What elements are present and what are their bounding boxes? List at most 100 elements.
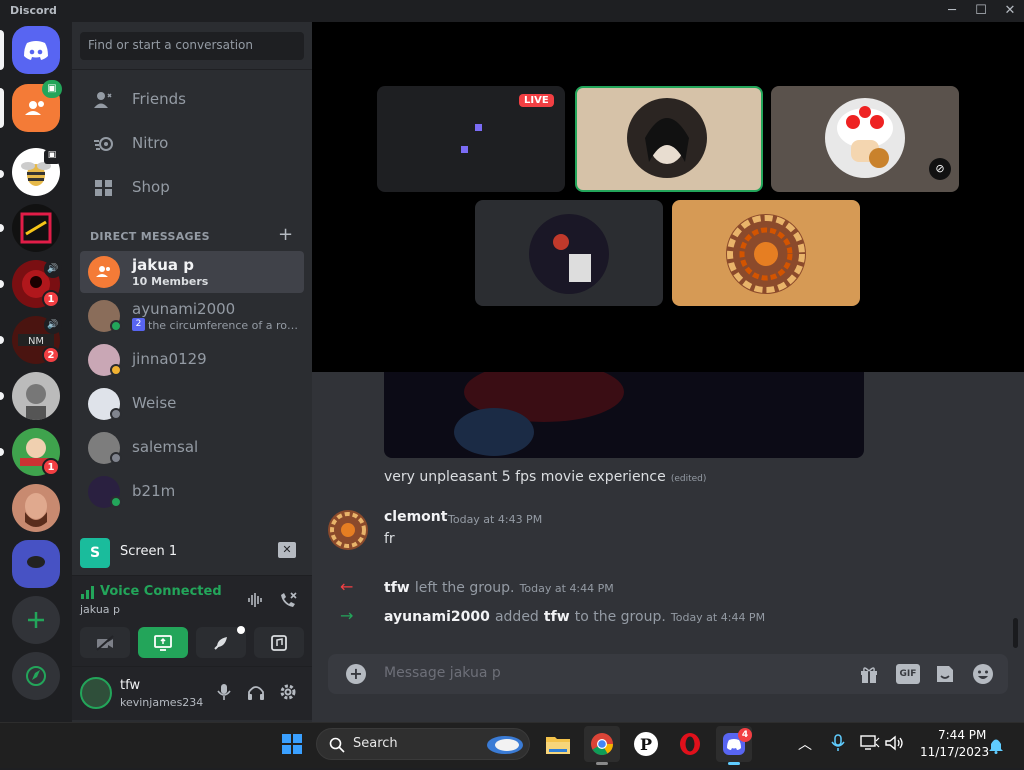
opera-icon[interactable] xyxy=(672,726,708,762)
participant-tile-speaking[interactable] xyxy=(575,86,763,192)
gift-icon[interactable] xyxy=(858,663,880,685)
speaker-icon: 🔊 xyxy=(44,316,62,334)
maximize-icon[interactable]: ☐ xyxy=(967,2,995,20)
title-bar: Discord ─ ☐ ✕ xyxy=(0,0,1024,22)
video-attachment[interactable] xyxy=(384,362,864,458)
search-input[interactable]: Find or start a conversation xyxy=(80,32,304,60)
message-caption-row: very unpleasant 5 fps movie experience (… xyxy=(384,466,706,485)
dm-item-jinna0129[interactable]: jinna0129 xyxy=(80,339,304,381)
pixel-dot xyxy=(461,146,468,153)
user-avatar[interactable] xyxy=(80,677,112,709)
display-icon[interactable] xyxy=(860,735,880,751)
screen-share-button[interactable] xyxy=(138,627,188,658)
server-man[interactable] xyxy=(12,372,60,420)
participant-tile-clemont[interactable] xyxy=(672,200,860,306)
signal-icon xyxy=(80,584,98,599)
author-name[interactable]: clemont xyxy=(384,509,447,525)
server-redsquare[interactable] xyxy=(12,204,60,252)
explore-button[interactable] xyxy=(12,652,60,700)
clock-date[interactable]: 11/17/2023 xyxy=(920,745,989,759)
microphone-tray-icon[interactable] xyxy=(830,734,846,752)
search-icon xyxy=(329,737,345,753)
dm-header: DIRECT MESSAGES xyxy=(90,230,210,243)
live-badge: LIVE xyxy=(519,94,554,107)
stream-tile-live[interactable]: LIVE xyxy=(377,86,565,192)
group-icon xyxy=(96,266,110,277)
minimize-icon[interactable]: ─ xyxy=(938,2,966,20)
home-button[interactable] xyxy=(12,26,60,74)
nitro-icon xyxy=(94,137,113,151)
voice-channel[interactable]: jakua p xyxy=(80,603,120,616)
emoji-icon[interactable] xyxy=(972,663,994,685)
dm-item-b21m[interactable]: b21m xyxy=(80,471,304,513)
camera-button[interactable] xyxy=(80,627,130,658)
online-status-icon xyxy=(110,496,122,508)
dm-item-salemsal[interactable]: salemsal xyxy=(80,427,304,469)
unread-pill xyxy=(0,88,4,128)
sticker-icon[interactable] xyxy=(934,663,956,685)
nav-label: Nitro xyxy=(132,134,169,152)
attach-plus-icon[interactable]: + xyxy=(346,664,366,684)
dm-item-weise[interactable]: Weise xyxy=(80,383,304,425)
server-beard[interactable] xyxy=(12,484,60,532)
taskbar-search[interactable]: Search xyxy=(316,728,530,760)
author-avatar[interactable] xyxy=(328,510,368,550)
message-input[interactable]: Message jakua p xyxy=(384,665,501,681)
message-timestamp: Today at 4:43 PM xyxy=(448,513,543,526)
soundboard-button[interactable] xyxy=(254,627,304,658)
close-icon[interactable]: ✕ xyxy=(996,2,1024,20)
discord-logo-icon xyxy=(24,41,48,60)
chevron-up-icon[interactable]: ︿ xyxy=(798,734,812,754)
stop-stream-icon[interactable]: ✕ xyxy=(278,542,296,558)
mention-badge: 2 xyxy=(42,346,60,364)
notification-bell-icon[interactable] xyxy=(988,736,1004,754)
edited-label: (edited) xyxy=(670,474,707,484)
user-tag: kevinjames234 xyxy=(120,696,204,709)
dm-name: jakua p xyxy=(132,256,194,274)
notification-dot xyxy=(237,626,245,634)
muted-mic-icon: ⊘ xyxy=(929,158,951,180)
create-dm-plus-icon[interactable]: + xyxy=(278,224,293,245)
headphones-icon[interactable] xyxy=(246,682,266,702)
nav-shop[interactable]: Shop xyxy=(80,168,304,208)
dm-name: ayunami2000 xyxy=(132,300,236,318)
add-server-button[interactable] xyxy=(12,596,60,644)
svg-text:P: P xyxy=(640,735,652,754)
p-app-icon[interactable]: P xyxy=(628,726,664,762)
selected-pill xyxy=(0,30,4,70)
microphone-icon[interactable] xyxy=(214,682,234,702)
compass-icon xyxy=(26,666,46,686)
message-text: fr xyxy=(384,531,395,547)
scrollbar-thumb[interactable] xyxy=(1013,618,1018,648)
start-button[interactable] xyxy=(274,726,310,762)
server-avatar-icon xyxy=(26,384,46,420)
voice-status[interactable]: Voice Connected xyxy=(100,584,222,599)
volume-icon[interactable] xyxy=(884,735,904,751)
dm-item-ayunami2000[interactable]: ayunami2000 2 the circumference of a rol… xyxy=(80,295,304,337)
server-blue[interactable] xyxy=(12,540,60,588)
noise-suppression-icon[interactable] xyxy=(246,590,266,610)
dm-name: Weise xyxy=(132,394,177,412)
chrome-icon[interactable] xyxy=(584,726,620,762)
right-arrow-icon: → xyxy=(340,606,354,625)
participant-tile-b21m[interactable] xyxy=(475,200,663,306)
group-avatar xyxy=(88,256,120,288)
screen-share-icon: ▣ xyxy=(42,80,62,98)
message-composer: + Message jakua p GIF xyxy=(328,654,1008,694)
file-explorer-icon[interactable] xyxy=(540,726,576,762)
dm-name: b21m xyxy=(132,482,176,500)
disconnect-icon[interactable] xyxy=(277,589,299,611)
settings-gear-icon[interactable] xyxy=(278,682,298,702)
dm-name: salemsal xyxy=(132,438,199,456)
gif-button[interactable]: GIF xyxy=(896,664,920,684)
nav-nitro[interactable]: Nitro xyxy=(80,124,304,164)
nav-friends[interactable]: Friends xyxy=(80,80,304,120)
dm-subtitle: the circumference of a roll... xyxy=(148,319,298,332)
search-label: Search xyxy=(353,736,398,751)
system-timestamp: Today at 4:44 PM xyxy=(670,611,766,624)
pixel-dot xyxy=(475,124,482,131)
clock-time[interactable]: 7:44 PM xyxy=(938,728,986,742)
screen-share-row[interactable]: S Screen 1 ✕ xyxy=(72,530,312,576)
dm-item-jakua-p[interactable]: jakua p 10 Members xyxy=(80,251,304,293)
participant-tile-toad[interactable]: ⊘ xyxy=(771,86,959,192)
